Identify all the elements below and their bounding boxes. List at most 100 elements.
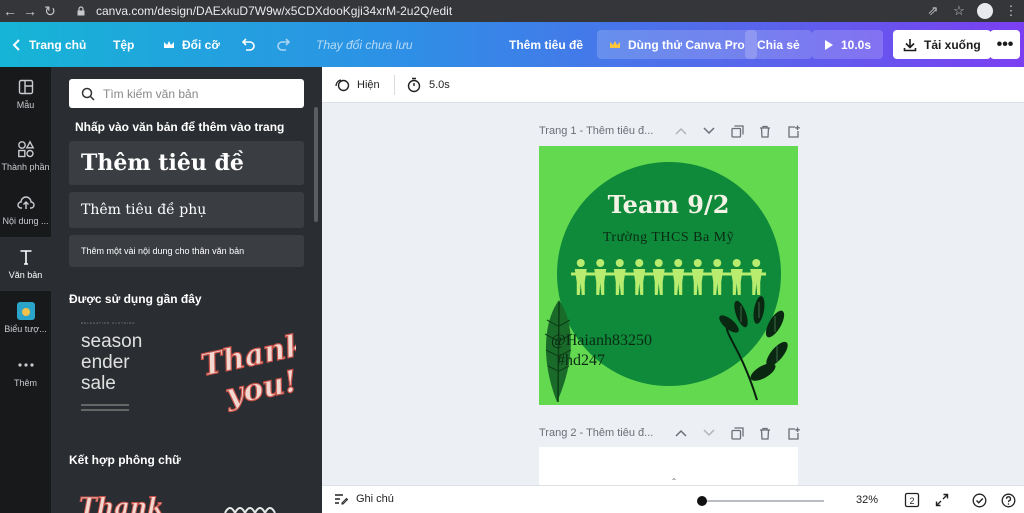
text-icon — [17, 248, 35, 266]
duration-label: 5.0s — [429, 79, 450, 91]
redo-icon — [277, 37, 291, 51]
add-heading-button[interactable]: Thêm tiêu đề — [69, 141, 304, 185]
design-hashtag-text[interactable]: #hd247 — [557, 352, 605, 370]
browser-toolbar: ← → ↻ canva.com/design/DAExkuD7W9w/x5CDX… — [0, 0, 1024, 22]
more-options-button[interactable]: ••• — [990, 30, 1020, 59]
duplicate-page-icon[interactable] — [730, 426, 744, 440]
season-line: ender — [81, 352, 130, 373]
share-label: Chia sẻ — [757, 37, 800, 52]
chevron-up-icon[interactable] — [674, 426, 688, 440]
duplicate-page-icon[interactable] — [730, 124, 744, 138]
delete-page-icon[interactable] — [758, 426, 772, 440]
add-page-icon[interactable] — [786, 426, 800, 440]
chevron-down-icon[interactable] — [702, 426, 716, 440]
home-label: Trang chủ — [29, 37, 87, 52]
share-page-icon[interactable]: ⇗ — [920, 0, 946, 22]
panel-scrollbar[interactable] — [314, 107, 318, 222]
upload-icon — [16, 194, 35, 212]
chevron-up-icon[interactable] — [674, 124, 688, 138]
undo-icon — [241, 37, 255, 51]
season-line: sale — [81, 373, 116, 394]
chevron-down-icon[interactable] — [702, 124, 716, 138]
brand-logo-icon — [16, 302, 35, 320]
duration-button[interactable]: 5.0s — [406, 77, 450, 93]
timer-icon — [406, 77, 422, 93]
share-button[interactable]: Chia sẻ — [745, 30, 812, 59]
forward-icon[interactable]: → — [20, 0, 40, 22]
search-box[interactable] — [69, 79, 304, 108]
season-line: season — [81, 331, 143, 352]
animate-button[interactable]: Hiện — [334, 77, 380, 93]
design-page-1[interactable]: Team 9/2 Trường THCS Ba Mỹ @Haianh83250 … — [539, 146, 798, 405]
zoom-value[interactable]: 32% — [856, 494, 878, 506]
bookmark-star-icon[interactable]: ☆ — [946, 0, 972, 22]
notes-icon — [334, 493, 348, 505]
design-title-text[interactable]: Team 9/2 — [539, 190, 798, 219]
page-count: 2 — [909, 496, 914, 506]
rail-item-elements[interactable]: Thành phần — [0, 129, 51, 183]
template-icon — [17, 78, 35, 96]
url-text: canva.com/design/DAExkuD7W9w/x5CDXdooKgj… — [96, 4, 453, 18]
rail-item-templates[interactable]: Mẫu — [0, 67, 51, 121]
reload-icon[interactable]: ↻ — [40, 0, 60, 22]
delete-page-icon[interactable] — [758, 124, 772, 138]
thank-you-template[interactable]: Thank you! — [196, 327, 309, 419]
fullscreen-icon[interactable] — [934, 492, 950, 508]
page-2-label[interactable]: Trang 2 - Thêm tiêu đ... — [539, 427, 653, 439]
resize-label: Đổi cỡ — [182, 37, 220, 52]
font-combo-preview-2[interactable] — [223, 499, 283, 513]
address-bar[interactable]: canva.com/design/DAExkuD7W9w/x5CDXdooKgj… — [76, 2, 976, 20]
profile-avatar[interactable] — [972, 0, 998, 22]
page-count-button[interactable]: 2 — [904, 492, 920, 508]
resize-button[interactable]: Đổi cỡ — [163, 22, 220, 67]
font-combo-preview-1[interactable]: Thank — [77, 487, 177, 513]
elements-icon — [17, 140, 35, 158]
design-handle-text[interactable]: @Haianh83250 — [551, 332, 652, 350]
side-nav: Mẫu Thành phần Nội dung ... Văn bản Biểu… — [0, 67, 51, 513]
rail-item-brand[interactable]: Biểu tượ... — [0, 291, 51, 345]
chevron-left-icon — [12, 38, 22, 51]
page-1-label[interactable]: Trang 1 - Thêm tiêu đ... — [539, 125, 653, 137]
season-sale-template[interactable]: RELEGATION CLOTHING season ender sale — [81, 321, 171, 421]
add-page-icon[interactable] — [786, 124, 800, 138]
rail-item-text[interactable]: Văn bản — [0, 237, 51, 291]
present-button[interactable]: 10.0s — [812, 30, 884, 59]
notes-button[interactable]: Ghi chú — [334, 493, 394, 505]
season-small-caption: RELEGATION CLOTHING — [81, 321, 136, 325]
undo-button[interactable] — [240, 22, 256, 67]
help-icon[interactable] — [1000, 492, 1016, 508]
rail-item-more[interactable]: Thêm — [0, 345, 51, 399]
download-button[interactable]: Tải xuống — [893, 30, 991, 59]
person-figure — [727, 259, 747, 295]
try-pro-button[interactable]: Dùng thử Canva Pro — [597, 30, 757, 59]
browser-menu-icon[interactable]: ⋮ — [998, 0, 1024, 22]
add-body-text-button[interactable]: Thêm một vài nội dung cho thân văn bản — [69, 235, 304, 267]
save-status: Thay đổi chưa lưu — [316, 37, 413, 52]
search-input[interactable] — [103, 86, 293, 101]
font-combinations-title: Kết hợp phông chữ — [69, 453, 181, 467]
add-subheading-button[interactable]: Thêm tiêu đề phụ — [69, 192, 304, 228]
leaf-left-graphic[interactable] — [539, 296, 579, 405]
rail-item-uploads[interactable]: Nội dung ... — [0, 183, 51, 237]
redo-button[interactable] — [276, 22, 292, 67]
back-icon[interactable]: ← — [0, 0, 20, 22]
zoom-slider-knob[interactable] — [697, 496, 707, 506]
search-icon — [81, 87, 95, 101]
person-figure — [610, 259, 630, 295]
check-icon[interactable] — [971, 492, 987, 508]
home-button[interactable]: Trang chủ — [12, 22, 86, 67]
design-school-text[interactable]: Trường THCS Ba Mỹ — [539, 230, 798, 246]
leaf-right-graphic[interactable] — [717, 296, 798, 405]
design-title[interactable]: Thêm tiêu đề — [509, 22, 583, 67]
person-figure — [629, 259, 649, 295]
toolbar-divider — [394, 75, 395, 95]
file-menu-button[interactable]: Tệp — [113, 22, 134, 67]
page-1-controls — [674, 124, 800, 138]
person-figure — [590, 259, 610, 295]
person-figure — [668, 259, 688, 295]
crown-icon — [163, 40, 175, 50]
editor-toolbar: Hiện 5.0s — [322, 67, 1024, 103]
zoom-slider[interactable] — [697, 496, 824, 506]
people-chain-graphic[interactable] — [571, 258, 766, 296]
person-figure — [571, 259, 591, 295]
